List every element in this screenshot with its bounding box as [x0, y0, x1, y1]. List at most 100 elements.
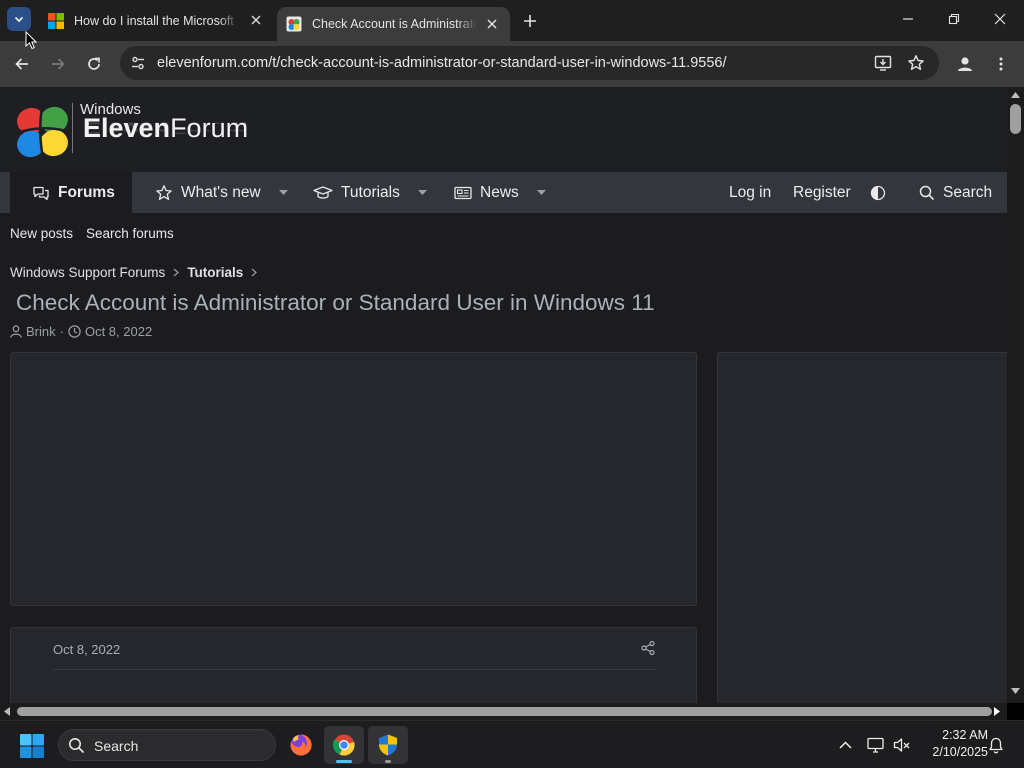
close-icon — [994, 13, 1006, 25]
notifications-button[interactable] — [985, 734, 1007, 756]
chevron-up-icon — [838, 741, 852, 749]
taskbar-search-box[interactable]: Search — [58, 729, 276, 761]
microsoft-logo-icon — [48, 12, 64, 29]
tab-search-button[interactable] — [7, 7, 31, 31]
search-icon — [69, 738, 85, 754]
clock-date: 2/10/2025 — [932, 745, 988, 759]
breadcrumb-item[interactable]: Tutorials — [187, 265, 243, 280]
scrollbar-corner — [1007, 703, 1024, 720]
scroll-down-arrow-icon[interactable] — [1011, 688, 1020, 694]
post-divider — [53, 669, 656, 670]
vertical-scroll-thumb[interactable] — [1010, 104, 1021, 134]
shield-icon — [379, 734, 397, 756]
sidebar-panel — [717, 352, 1007, 703]
site-search-button[interactable]: Search — [919, 172, 992, 213]
scroll-left-arrow-icon[interactable] — [4, 707, 10, 716]
caret-down-icon[interactable] — [417, 189, 427, 196]
graduation-cap-icon — [313, 185, 333, 201]
vertical-scrollbar[interactable] — [1007, 87, 1024, 703]
login-label: Log in — [729, 183, 772, 201]
nav-news-label: News — [480, 183, 519, 201]
mouse-cursor-icon — [25, 31, 37, 50]
volume-button[interactable] — [891, 734, 913, 756]
theme-toggle-icon — [870, 185, 886, 200]
close-window-button[interactable] — [990, 9, 1010, 29]
reload-button[interactable] — [83, 53, 105, 75]
network-status-button[interactable] — [865, 734, 887, 756]
nav-news[interactable]: News — [454, 172, 546, 213]
install-app-icon[interactable] — [873, 53, 893, 73]
address-bar[interactable]: elevenforum.com/t/check-account-is-admin… — [120, 46, 939, 80]
forward-button[interactable] — [47, 53, 69, 75]
show-hidden-icons-button[interactable] — [834, 734, 856, 756]
clock-time: 2:32 AM — [942, 728, 988, 742]
taskbar-security-app[interactable] — [368, 726, 408, 764]
thread-date[interactable]: Oct 8, 2022 — [85, 324, 152, 339]
login-link[interactable]: Log in — [729, 172, 771, 213]
restore-icon — [948, 13, 960, 25]
breadcrumb: Windows Support Forums Tutorials — [10, 265, 265, 280]
nav-whats-new[interactable]: What's new — [155, 172, 288, 213]
reload-icon — [88, 57, 100, 70]
breadcrumb-item[interactable]: Windows Support Forums — [10, 265, 165, 280]
browser-tab-microsoft-store[interactable]: How do I install the Microsoft Store — [40, 0, 274, 41]
thread-author[interactable]: Brink — [26, 324, 56, 339]
search-icon — [919, 185, 935, 201]
taskbar-clock[interactable]: 2:32 AM 2/10/2025 — [918, 727, 988, 761]
chevron-down-icon — [14, 16, 24, 23]
profile-button[interactable] — [954, 53, 976, 75]
register-link[interactable]: Register — [793, 172, 851, 213]
thread-title: Check Account is Administrator or Standa… — [16, 290, 655, 315]
minimize-button[interactable] — [898, 9, 918, 29]
back-button[interactable] — [11, 53, 33, 75]
style-variation-button[interactable] — [870, 172, 886, 213]
site-search-label: Search — [943, 183, 993, 201]
nav-tutorials-label: Tutorials — [341, 183, 400, 201]
browser-tab-elevenforum[interactable]: Check Account is Administrator or Standa… — [277, 7, 510, 41]
browser-menu-button[interactable] — [990, 53, 1012, 75]
star-icon — [155, 184, 173, 202]
plus-icon — [524, 15, 536, 27]
taskbar-chrome[interactable] — [324, 726, 364, 764]
chat-bubbles-icon — [32, 185, 50, 201]
clock-icon — [68, 325, 81, 338]
new-tab-button[interactable] — [520, 11, 540, 31]
search-forums-link[interactable]: Search forums — [86, 226, 174, 241]
taskbar-firefox[interactable] — [281, 726, 321, 764]
firefox-icon — [290, 734, 312, 756]
caret-down-icon[interactable] — [278, 189, 288, 196]
nav-whats-new-label: What's new — [181, 183, 261, 201]
site-settings-icon[interactable] — [128, 53, 148, 73]
site-header: Windows ElevenForum ElevenForum — [0, 87, 1007, 172]
taskbar-search-placeholder: Search — [94, 738, 139, 754]
register-label: Register — [793, 183, 851, 201]
logo-reflection: ElevenForum — [83, 118, 248, 137]
horizontal-scrollbar[interactable] — [0, 703, 1007, 720]
share-icon[interactable] — [640, 640, 656, 656]
browser-tab-strip: How do I install the Microsoft Store Che… — [0, 0, 1024, 41]
scroll-up-arrow-icon[interactable] — [1011, 92, 1020, 98]
restore-button[interactable] — [944, 9, 964, 29]
caret-down-icon[interactable] — [536, 189, 546, 196]
new-posts-link[interactable]: New posts — [10, 226, 73, 241]
newspaper-icon — [454, 186, 472, 200]
close-tab-icon[interactable] — [248, 12, 264, 28]
logo-reflection-eleven: Eleven — [83, 119, 171, 137]
user-icon — [10, 325, 22, 338]
close-tab-icon[interactable] — [484, 16, 500, 32]
chrome-icon — [332, 734, 355, 756]
nav-tutorials[interactable]: Tutorials — [313, 172, 427, 213]
windows-start-icon[interactable] — [19, 733, 45, 759]
site-navbar: Forums What's new Tutorials News Log in — [0, 172, 1007, 213]
windows-flag-logo-icon — [17, 106, 68, 159]
scroll-right-arrow-icon[interactable] — [994, 707, 1000, 716]
thread-meta: Brink · Oct 8, 2022 — [10, 324, 152, 339]
url-text[interactable]: elevenforum.com/t/check-account-is-admin… — [157, 55, 727, 71]
horizontal-scroll-thumb[interactable] — [17, 707, 992, 716]
bookmark-star-icon[interactable] — [906, 53, 926, 73]
tab-title: Check Account is Administrator or Standa… — [312, 17, 477, 31]
speaker-muted-icon — [893, 738, 910, 752]
nav-forums[interactable]: Forums — [10, 172, 132, 213]
chevron-right-icon — [173, 268, 180, 277]
post-date[interactable]: Oct 8, 2022 — [53, 642, 120, 657]
